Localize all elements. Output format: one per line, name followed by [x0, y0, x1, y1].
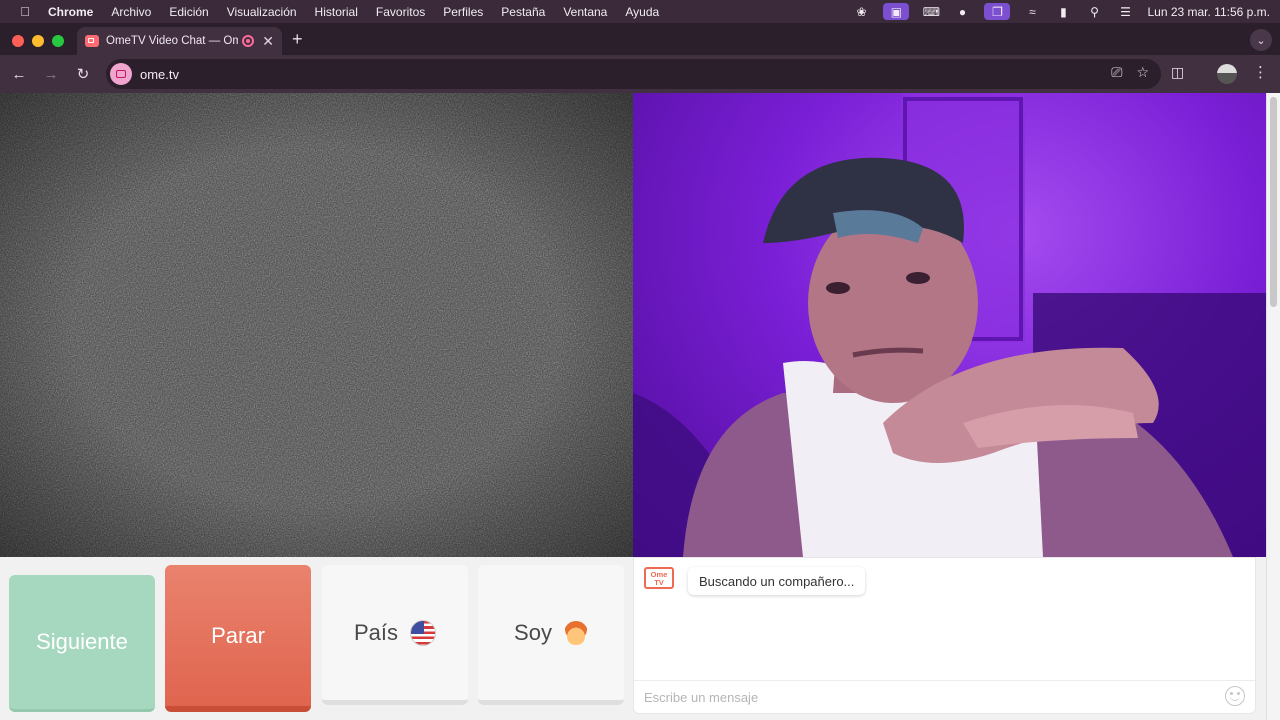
keyboard-icon[interactable]: ⌨: [922, 5, 940, 19]
wifi-icon[interactable]: ≈: [1023, 5, 1041, 19]
control-center-icon[interactable]: ☰: [1116, 5, 1134, 19]
status-message-bubble: Buscando un compañero...: [688, 567, 866, 595]
address-bar[interactable]: ome.tv ⎚ ☆: [106, 59, 1161, 89]
country-filter-button[interactable]: País: [322, 565, 468, 705]
apple-logo-icon[interactable]: : [16, 4, 34, 19]
spotlight-search-icon[interactable]: ⚲: [1085, 5, 1103, 19]
menu-archivo[interactable]: Archivo: [111, 5, 151, 19]
menu-pestana[interactable]: Pestaña: [501, 5, 545, 19]
extensions-icon[interactable]: ◫: [1171, 64, 1184, 81]
chrome-menu-icon[interactable]: ⋮: [1253, 63, 1268, 81]
user-icon[interactable]: ●: [953, 5, 971, 19]
menu-perfiles[interactable]: Perfiles: [443, 5, 483, 19]
recording-indicator-icon: [242, 35, 255, 47]
forward-button[interactable]: →: [41, 64, 61, 84]
reload-button[interactable]: ↻: [73, 64, 93, 84]
new-tab-button[interactable]: +: [292, 29, 303, 50]
menu-ventana[interactable]: Ventana: [563, 5, 607, 19]
message-input[interactable]: [644, 687, 1214, 707]
next-button[interactable]: Siguiente: [9, 575, 155, 712]
browser-window: OmeTV Video Chat — Omegle ✕ + ⌄ ← → ↻ om…: [0, 23, 1280, 720]
emoji-picker-icon[interactable]: [1225, 686, 1245, 706]
menu-historial[interactable]: Historial: [315, 5, 358, 19]
ometv-logo: Ome TV: [644, 567, 674, 589]
menu-edicion[interactable]: Edición: [169, 5, 208, 19]
site-info-icon[interactable]: [110, 63, 132, 85]
fullscreen-window-button[interactable]: [52, 35, 64, 47]
menu-ayuda[interactable]: Ayuda: [625, 5, 659, 19]
tab-ometv[interactable]: OmeTV Video Chat — Omegle ✕: [77, 27, 282, 55]
gender-select-button[interactable]: Soy: [478, 565, 624, 705]
ometv-favicon-icon: [85, 35, 99, 47]
close-window-button[interactable]: [12, 35, 24, 47]
macos-menu-bar:  Chrome Archivo Edición Visualización H…: [0, 0, 1280, 23]
back-button[interactable]: ←: [9, 64, 29, 84]
install-app-icon[interactable]: ⎚: [1111, 64, 1122, 81]
minimize-window-button[interactable]: [32, 35, 44, 47]
chat-controls: Siguiente Parar País Soy: [0, 557, 633, 720]
tab-search-button[interactable]: ⌄: [1250, 29, 1272, 51]
self-camera-video: [633, 93, 1266, 557]
partner-video-static: [0, 93, 633, 557]
bookmark-star-icon[interactable]: ☆: [1136, 64, 1149, 81]
menu-favoritos[interactable]: Favoritos: [376, 5, 425, 19]
close-tab-icon[interactable]: ✕: [262, 33, 274, 50]
message-input-row: [634, 680, 1255, 713]
menu-app-name[interactable]: Chrome: [48, 5, 93, 19]
menu-clock[interactable]: Lun 23 mar. 11:56 p.m.: [1147, 5, 1270, 19]
gender-label: Soy: [514, 619, 552, 645]
browser-toolbar: ← → ↻ ome.tv ⎚ ☆ ◫ ⋮: [0, 55, 1280, 93]
profile-avatar[interactable]: [1217, 64, 1237, 84]
screen-share-icon[interactable]: ▣: [883, 3, 910, 20]
omnibox-actions: ⎚ ☆: [1111, 64, 1149, 81]
scrollbar-thumb[interactable]: [1270, 97, 1277, 307]
chat-panel: Ome TV Buscando un compañero...: [633, 557, 1256, 714]
country-label: País: [353, 619, 399, 645]
url-text[interactable]: ome.tv: [140, 67, 179, 82]
menu-visualizacion[interactable]: Visualización: [227, 5, 297, 19]
chatgpt-icon[interactable]: ❀: [852, 5, 870, 19]
tab-title: OmeTV Video Chat — Omegle: [106, 35, 239, 47]
window-mirror-icon[interactable]: ❐: [984, 3, 1011, 20]
ometv-page: Siguiente Parar País Soy Ome TV Buscando…: [0, 93, 1280, 720]
battery-icon[interactable]: ▮: [1054, 5, 1072, 19]
page-scrollbar[interactable]: [1266, 93, 1280, 720]
tab-strip: OmeTV Video Chat — Omegle ✕ + ⌄: [0, 23, 1280, 55]
boy-emoji-icon: [563, 620, 588, 645]
stop-button[interactable]: Parar: [165, 565, 311, 712]
us-flag-icon: [410, 619, 437, 646]
